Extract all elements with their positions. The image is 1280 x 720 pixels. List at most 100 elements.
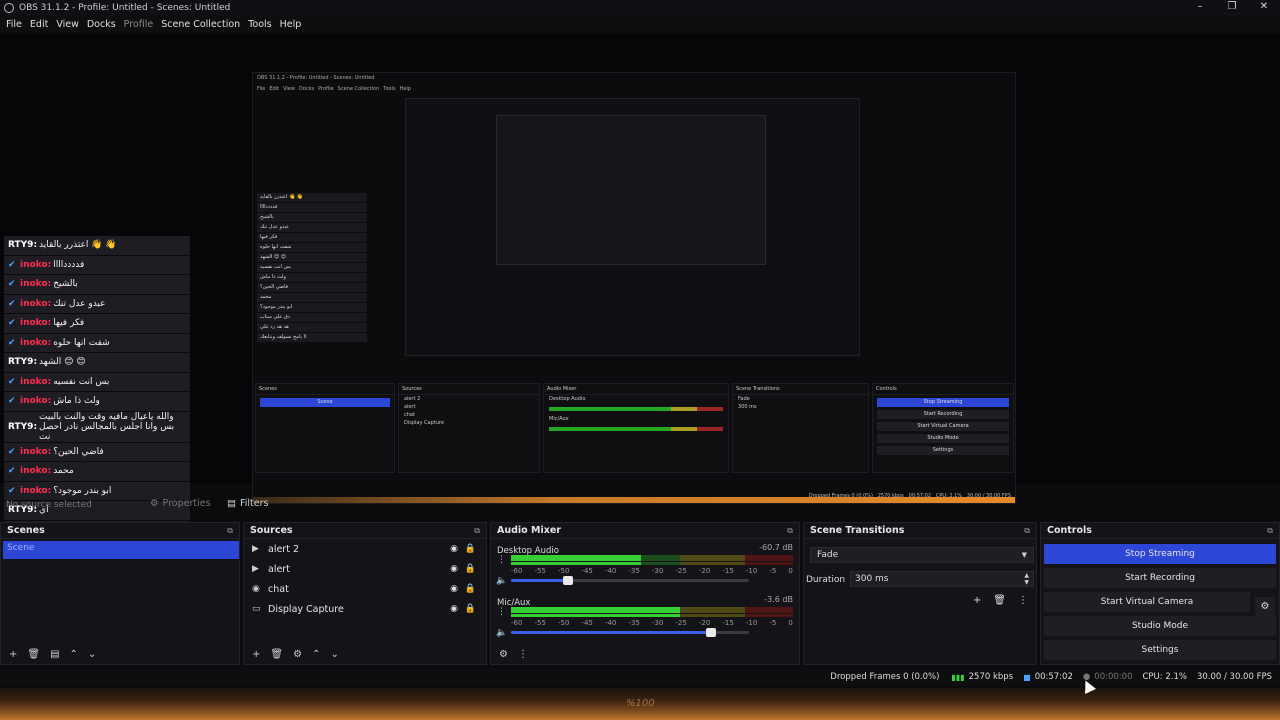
- gear-icon: ⚙: [150, 498, 159, 509]
- volume-knob[interactable]: [563, 576, 574, 585]
- meter-tick: -50: [557, 619, 570, 627]
- spinner-icon[interactable]: ▲ ▼: [1024, 572, 1029, 586]
- advanced-audio-icon[interactable]: ⚙: [499, 649, 508, 660]
- menu-tools[interactable]: Tools: [248, 19, 271, 30]
- transition-select[interactable]: Fade ▼: [810, 547, 1034, 563]
- move-up-icon[interactable]: ⌃: [70, 649, 78, 660]
- studio-mode-button[interactable]: Studio Mode: [1044, 616, 1276, 636]
- nested-chat: اعتذرر بالقايد 👋 👋 فدددداااا بالشيخ عبدو عد…: [257, 193, 367, 373]
- volume-meter: [511, 607, 793, 613]
- record-time: 00:00:00: [1094, 672, 1133, 682]
- minimize-icon[interactable]: –: [1184, 0, 1216, 16]
- start-recording-button[interactable]: Start Recording: [1044, 568, 1276, 588]
- transition-menu-icon[interactable]: ⋮: [1018, 595, 1028, 606]
- meter-tick: -55: [534, 619, 546, 627]
- menu-help[interactable]: Help: [280, 19, 302, 30]
- settings-button[interactable]: Settings: [1044, 640, 1276, 660]
- nested-title: OBS 31.1.2 - Profile: Untitled - Scenes:…: [257, 75, 375, 81]
- volume-slider[interactable]: [511, 576, 749, 585]
- browser-icon: ◉: [252, 584, 260, 594]
- verified-icon: ✔: [8, 259, 16, 270]
- scene-item-selected[interactable]: [3, 541, 239, 559]
- source-settings-icon[interactable]: ⚙: [293, 649, 302, 660]
- filters-button[interactable]: ▤ Filters: [227, 498, 268, 509]
- mixer-channel: Mic/Aux -3.6 dB ⋮ -60 -55 -50 -45 -40 -35 -30 -25-…: [491, 591, 799, 643]
- undock-icon[interactable]: ⧉: [1024, 526, 1030, 536]
- volume-fill: [511, 631, 711, 634]
- controls-dock: Controls ⧉ Stop Streaming Start Recording…: [1040, 522, 1280, 665]
- undock-icon[interactable]: ⧉: [474, 526, 480, 536]
- lock-icon[interactable]: 🔒: [465, 544, 476, 554]
- chat-username: inoko:: [20, 279, 52, 290]
- signal-icon: ▮▮▮: [951, 672, 965, 682]
- lock-icon[interactable]: 🔒: [465, 584, 476, 594]
- mixer-menu-icon[interactable]: ⋮: [518, 649, 528, 660]
- chat-username: inoko:: [20, 318, 52, 329]
- menu-view[interactable]: View: [56, 19, 79, 30]
- meter-level: [511, 614, 681, 617]
- add-scene-icon[interactable]: +: [9, 649, 17, 660]
- chat-text: الشهد 😊 😊: [39, 357, 86, 368]
- meter-tick: -5: [769, 619, 777, 627]
- undock-icon[interactable]: ⧉: [1267, 526, 1273, 536]
- restore-icon[interactable]: ❐: [1216, 0, 1248, 16]
- properties-button[interactable]: ⚙ Properties: [150, 498, 211, 509]
- source-item[interactable]: ▭ Display Capture ◉ 🔒: [244, 599, 486, 619]
- speaker-icon[interactable]: 🔈: [496, 628, 507, 638]
- menu-profile[interactable]: Profile: [124, 19, 154, 30]
- source-item[interactable]: ◉ chat ◉ 🔒: [244, 579, 486, 599]
- scene-transitions-dock: Scene Transitions ⧉ Fade ▼ Duration 300 ms…: [803, 522, 1037, 665]
- lock-icon[interactable]: 🔒: [465, 604, 476, 614]
- add-source-icon[interactable]: +: [252, 649, 260, 660]
- volume-knob[interactable]: [705, 628, 716, 637]
- verified-icon: ✔: [8, 318, 16, 329]
- menu-file[interactable]: File: [6, 19, 22, 30]
- menu-docks[interactable]: Docks: [87, 19, 116, 30]
- undock-icon[interactable]: ⧉: [227, 526, 233, 536]
- preview-canvas[interactable]: OBS 31.1.2 - Profile: Untitled - Scenes:…: [0, 34, 1280, 618]
- scene-filter-icon[interactable]: ▤: [50, 649, 59, 660]
- meter-tick: -45: [581, 567, 593, 575]
- close-icon[interactable]: ✕: [1248, 0, 1280, 16]
- monitor-icon: ▭: [252, 604, 261, 614]
- move-up-icon[interactable]: ⌃: [312, 649, 320, 660]
- undock-icon[interactable]: ⧉: [787, 526, 793, 536]
- move-down-icon[interactable]: ⌄: [88, 649, 96, 660]
- menu-scene-collection[interactable]: Scene Collection: [161, 19, 240, 30]
- verified-icon: ✔: [8, 485, 16, 496]
- source-name: Display Capture: [268, 603, 344, 615]
- fps: 30.00 / 30.00 FPS: [1196, 672, 1272, 682]
- chevron-down-icon: ▼: [1021, 551, 1027, 559]
- channel-menu-icon[interactable]: ⋮: [497, 607, 506, 617]
- chat-text: اعتذرر بالقايد 👋 👋: [39, 240, 117, 251]
- no-source-label: No source selected: [6, 500, 92, 510]
- speaker-icon[interactable]: 🔈: [496, 576, 507, 586]
- filter-icon: ▤: [227, 498, 236, 509]
- source-item[interactable]: ▶ alert 2 ◉ 🔒: [244, 539, 486, 559]
- obs-logo-icon: [4, 3, 14, 13]
- virtual-camera-settings-icon[interactable]: ⚙: [1255, 597, 1275, 617]
- stop-streaming-button[interactable]: Stop Streaming: [1044, 544, 1276, 564]
- remove-scene-icon[interactable]: 🗑: [27, 649, 40, 660]
- chat-text: شفت انها حلوه: [53, 337, 110, 348]
- lock-icon[interactable]: 🔒: [465, 564, 476, 574]
- move-down-icon[interactable]: ⌄: [330, 649, 338, 660]
- volume-slider[interactable]: [511, 628, 749, 637]
- menu-edit[interactable]: Edit: [30, 19, 48, 30]
- meter-tick: -10: [745, 567, 758, 575]
- channel-db: -3.6 dB: [764, 595, 793, 604]
- source-name: chat: [268, 583, 289, 595]
- visibility-eye-icon[interactable]: ◉: [450, 584, 458, 594]
- remove-source-icon[interactable]: 🗑: [270, 649, 283, 660]
- chat-text: ابو بندر موجود؟: [53, 485, 112, 496]
- chat-message: ✔ inoko: فدددداااا: [4, 255, 190, 275]
- duration-input[interactable]: 300 ms ▲ ▼: [850, 571, 1034, 587]
- remove-transition-icon[interactable]: 🗑: [993, 595, 1006, 606]
- add-transition-icon[interactable]: +: [973, 595, 981, 606]
- visibility-eye-icon[interactable]: ◉: [450, 564, 458, 574]
- visibility-eye-icon[interactable]: ◉: [450, 604, 458, 614]
- start-virtual-camera-button[interactable]: Start Virtual Camera: [1044, 592, 1250, 612]
- visibility-eye-icon[interactable]: ◉: [450, 544, 458, 554]
- channel-menu-icon[interactable]: ⋮: [497, 555, 506, 565]
- source-item[interactable]: ▶ alert ◉ 🔒: [244, 559, 486, 579]
